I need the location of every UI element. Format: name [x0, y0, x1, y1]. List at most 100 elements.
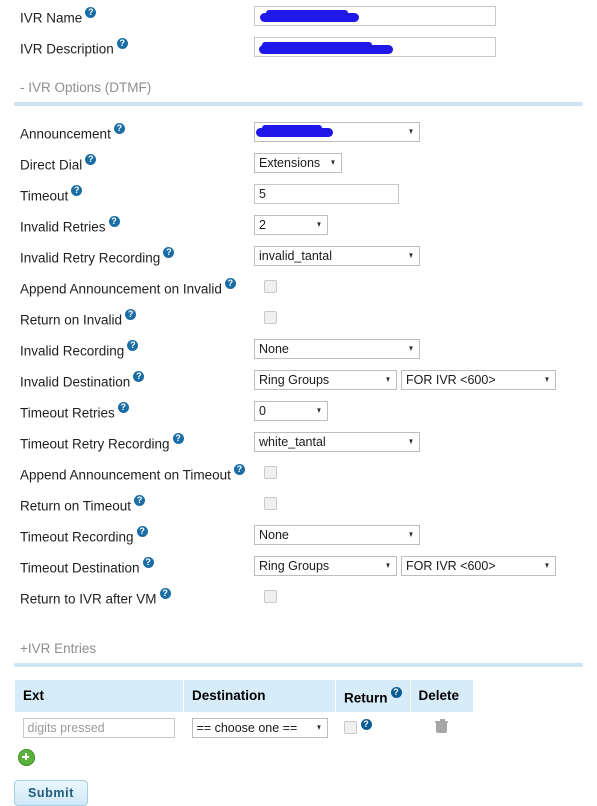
field-row-return-to-ivr-after-vm: Return to IVR after VM — [0, 581, 597, 612]
submit-button[interactable]: Submit — [14, 779, 88, 806]
timeout-destination-target-select[interactable]: FOR IVR <600> — [401, 555, 556, 576]
timeout-destination-type-select[interactable]: Ring Groups — [254, 555, 397, 576]
label-return-on-invalid: Return on Invalid — [20, 308, 254, 327]
invalid-retry-recording-select[interactable]: invalid_tantal — [254, 245, 420, 266]
label-invalid-recording: Invalid Recording — [20, 339, 254, 358]
return-on-invalid-checkbox[interactable] — [264, 311, 277, 324]
section-title-ivr-entries[interactable]: +IVR Entries — [0, 641, 597, 656]
table-header-row: Ext Destination Return Delete — [14, 679, 474, 713]
invalid-destination-type-select[interactable]: Ring Groups — [254, 369, 397, 390]
control-timeout — [254, 183, 399, 204]
field-row-direct-dial: Direct Dial Extensions — [0, 147, 597, 178]
help-icon-entry-return[interactable] — [360, 718, 372, 730]
help-icon-append-announcement-timeout[interactable] — [233, 463, 245, 475]
label-invalid-retries: Invalid Retries — [20, 215, 254, 234]
help-icon-timeout[interactable] — [71, 184, 83, 196]
ivr-name-input[interactable] — [254, 5, 496, 26]
label-announcement-text: Announcement — [20, 126, 111, 142]
label-invalid-destination: Invalid Destination — [20, 370, 254, 389]
label-ivr-description-text: IVR Description — [20, 41, 114, 57]
label-ivr-description: IVR Description — [20, 37, 254, 56]
ivr-entries-table: Ext Destination Return Delete == choose … — [14, 679, 474, 743]
help-icon-invalid-retry-recording[interactable] — [163, 246, 175, 258]
control-ivr-name — [254, 5, 496, 26]
field-row-ivr-name: IVR Name — [0, 0, 597, 31]
column-header-return-text: Return — [344, 690, 388, 706]
invalid-destination-target-select[interactable]: FOR IVR <600> — [401, 369, 556, 390]
field-row-timeout-retry-recording: Timeout Retry Recording white_tantal — [0, 426, 597, 457]
return-on-timeout-checkbox[interactable] — [264, 497, 277, 510]
control-timeout-destination: Ring Groups FOR IVR <600> — [254, 555, 556, 576]
control-announcement — [254, 121, 420, 142]
timeout-retries-select[interactable]: 0 — [254, 400, 328, 421]
help-icon-return-column[interactable] — [390, 686, 402, 698]
section-title-ivr-entries-text: +IVR Entries — [20, 641, 97, 656]
cell-delete — [410, 712, 473, 743]
help-icon-invalid-recording[interactable] — [127, 339, 139, 351]
help-icon-return-to-ivr-after-vm[interactable] — [159, 587, 171, 599]
timeout-input[interactable] — [254, 183, 399, 204]
label-timeout-retry-recording-text: Timeout Retry Recording — [20, 436, 170, 452]
invalid-destination-type-value: Ring Groups — [259, 372, 330, 387]
label-ivr-name-text: IVR Name — [20, 10, 83, 26]
help-icon-append-announcement-invalid[interactable] — [224, 277, 236, 289]
control-invalid-retry-recording: invalid_tantal — [254, 245, 420, 266]
invalid-destination-target-value: FOR IVR <600> — [406, 372, 496, 387]
section-divider-ivr-entries — [14, 663, 583, 667]
help-icon-ivr-name[interactable] — [85, 6, 97, 18]
label-return-to-ivr-after-vm: Return to IVR after VM — [20, 587, 254, 606]
help-icon-timeout-retry-recording[interactable] — [172, 432, 184, 444]
timeout-recording-select-value: None — [259, 527, 289, 542]
help-icon-invalid-destination[interactable] — [133, 370, 145, 382]
timeout-recording-select[interactable]: None — [254, 524, 420, 545]
control-timeout-retries: 0 — [254, 400, 328, 421]
field-row-append-announcement-invalid: Append Announcement on Invalid — [0, 271, 597, 302]
help-icon-timeout-destination[interactable] — [142, 556, 154, 568]
add-entry-button[interactable] — [18, 748, 35, 766]
invalid-retries-select[interactable]: 2 — [254, 214, 328, 235]
label-append-announcement-invalid-text: Append Announcement on Invalid — [20, 281, 222, 297]
direct-dial-select[interactable]: Extensions — [254, 152, 342, 173]
field-row-invalid-retries: Invalid Retries 2 — [0, 209, 597, 240]
label-direct-dial: Direct Dial — [20, 153, 254, 172]
entry-destination-select[interactable]: == choose one == — [191, 717, 328, 738]
control-return-on-timeout — [254, 497, 277, 510]
label-direct-dial-text: Direct Dial — [20, 157, 83, 173]
help-icon-invalid-retries[interactable] — [108, 215, 120, 227]
invalid-recording-select[interactable]: None — [254, 338, 420, 359]
return-to-ivr-after-vm-checkbox[interactable] — [264, 590, 277, 603]
section-title-ivr-options-text: - IVR Options (DTMF) — [20, 80, 152, 95]
column-header-return: Return — [335, 679, 411, 713]
help-icon-timeout-recording[interactable] — [136, 525, 148, 537]
entry-ext-input[interactable] — [22, 717, 175, 738]
control-return-on-invalid — [254, 311, 277, 324]
help-icon-return-on-timeout[interactable] — [134, 494, 146, 506]
announcement-select[interactable] — [254, 121, 420, 142]
label-timeout-recording: Timeout Recording — [20, 525, 254, 544]
append-announcement-invalid-checkbox[interactable] — [264, 280, 277, 293]
append-announcement-timeout-checkbox[interactable] — [264, 466, 277, 479]
direct-dial-select-value: Extensions — [259, 155, 321, 170]
label-timeout-retries: Timeout Retries — [20, 401, 254, 420]
help-icon-timeout-retries[interactable] — [117, 401, 129, 413]
timeout-retry-recording-select-value: white_tantal — [259, 434, 326, 449]
label-return-on-timeout-text: Return on Timeout — [20, 498, 132, 514]
help-icon-ivr-description[interactable] — [116, 37, 128, 49]
delete-row-icon[interactable] — [435, 718, 448, 733]
label-timeout: Timeout — [20, 184, 254, 203]
help-icon-return-on-invalid[interactable] — [125, 308, 137, 320]
help-icon-direct-dial[interactable] — [85, 153, 97, 165]
label-return-on-invalid-text: Return on Invalid — [20, 312, 123, 328]
control-timeout-recording: None — [254, 524, 420, 545]
label-invalid-retry-recording-text: Invalid Retry Recording — [20, 250, 161, 266]
ivr-description-input[interactable] — [254, 36, 496, 57]
label-append-announcement-invalid: Append Announcement on Invalid — [20, 277, 254, 296]
timeout-retry-recording-select[interactable]: white_tantal — [254, 431, 420, 452]
section-title-ivr-options: - IVR Options (DTMF) — [0, 80, 597, 95]
label-invalid-destination-text: Invalid Destination — [20, 374, 131, 390]
help-icon-announcement[interactable] — [113, 122, 125, 134]
entry-return-checkbox[interactable] — [343, 721, 357, 735]
invalid-retries-select-value: 2 — [259, 217, 266, 232]
timeout-retries-select-value: 0 — [259, 403, 266, 418]
control-invalid-destination: Ring Groups FOR IVR <600> — [254, 369, 556, 390]
